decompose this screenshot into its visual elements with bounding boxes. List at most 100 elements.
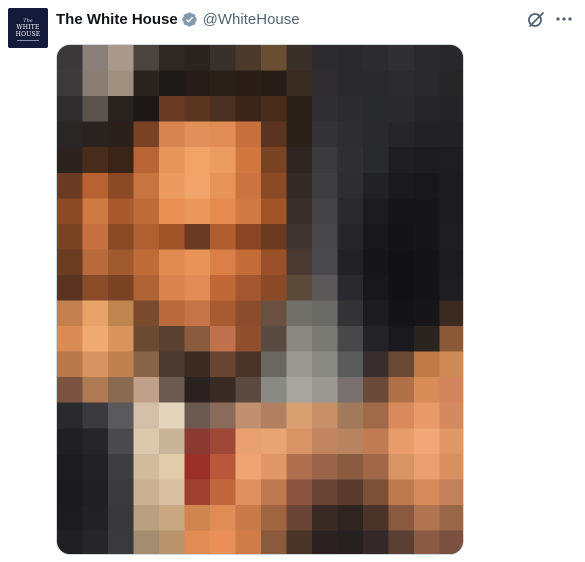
tweet-media-image[interactable] [56,44,464,555]
pixel-block [184,428,211,455]
pixel-block [235,45,262,72]
pixel-block [261,300,288,327]
pixel-block [210,96,237,123]
pixel-block [388,428,415,455]
pixel-block [57,96,84,123]
author-display-name[interactable]: The White House [56,11,178,28]
pixel-block [363,351,390,378]
pixel-block [363,223,390,250]
pixel-block [82,402,109,429]
tweet: The WHITE HOUSE The White House @WhiteHo… [0,0,585,562]
pixel-block [108,453,135,480]
pixel-block [108,121,135,148]
pixel-block [108,274,135,302]
pixel-block [286,504,313,531]
pixel-block [363,96,390,123]
pixel-block [337,453,364,480]
pixel-block [286,121,313,148]
pixel-block [414,274,441,302]
pixel-block [286,453,313,480]
pixel-block [337,274,364,302]
pixel-block [261,198,288,225]
pixel-block [388,96,415,123]
pixel-block [337,70,364,97]
pixel-block [312,70,339,97]
pixel-block [159,479,186,506]
pixel-block [414,402,441,429]
pixel-block [235,530,262,554]
pixel-block [312,530,339,554]
pixel-block [439,223,463,250]
pixel-block [439,453,463,480]
pixel-block [108,172,135,199]
pixel-block [235,172,262,199]
pixel-block [286,326,313,353]
pixel-block [108,377,135,404]
pixel-block [184,147,211,174]
pixel-block [261,274,288,302]
pixel-block [414,147,441,174]
pixel-block [439,300,463,327]
pixel-block [133,300,160,327]
more-dots-icon[interactable] [554,9,574,29]
pixel-block [133,147,160,174]
pixel-block [159,300,186,327]
pixel-block [159,223,186,250]
pixel-block [184,377,211,404]
pixel-block [82,172,109,199]
pixel-block [184,274,211,302]
pixel-block [159,377,186,404]
pixel-block [184,530,211,554]
pixel-block [312,453,339,480]
pixel-block [57,300,84,327]
pixel-block [210,223,237,250]
pixel-block [414,223,441,250]
verified-badge-icon[interactable] [181,11,198,28]
pixel-block [337,121,364,148]
author-avatar[interactable]: The WHITE HOUSE [8,8,48,48]
pixel-block [57,274,84,302]
pixel-block [133,453,160,480]
pixel-block [414,479,441,506]
pixel-block [312,249,339,276]
pixel-block [210,121,237,148]
pixel-block [133,402,160,429]
pixel-block [108,428,135,455]
pixel-block [388,479,415,506]
pixel-block [312,377,339,404]
pixel-block [261,70,288,97]
pixel-block [210,479,237,506]
pixel-block [82,70,109,97]
grok-icon[interactable] [526,9,546,29]
pixel-block [159,121,186,148]
pixel-block [210,453,237,480]
pixel-block [261,249,288,276]
pixel-block [235,147,262,174]
avatar-rule [17,39,39,41]
pixel-block [312,428,339,455]
pixel-block [82,249,109,276]
pixel-block [82,504,109,531]
pixel-block [388,172,415,199]
pixel-block [210,147,237,174]
pixel-block [414,96,441,123]
pixel-block [210,377,237,404]
pixel-block [210,45,237,72]
pixel-block [337,402,364,429]
pixel-block [108,223,135,250]
pixel-block [286,249,313,276]
pixel-block [235,300,262,327]
pixel-block [184,198,211,225]
pixel-block [337,530,364,554]
pixel-block [414,45,441,72]
pixel-block [439,479,463,506]
pixel-block [261,402,288,429]
author-handle[interactable]: @WhiteHouse [203,11,300,28]
pixel-block [235,326,262,353]
pixel-block [235,504,262,531]
pixel-block [388,453,415,480]
pixel-block [108,147,135,174]
pixel-block [57,70,84,97]
pixel-block [184,504,211,531]
pixel-block [133,351,160,378]
